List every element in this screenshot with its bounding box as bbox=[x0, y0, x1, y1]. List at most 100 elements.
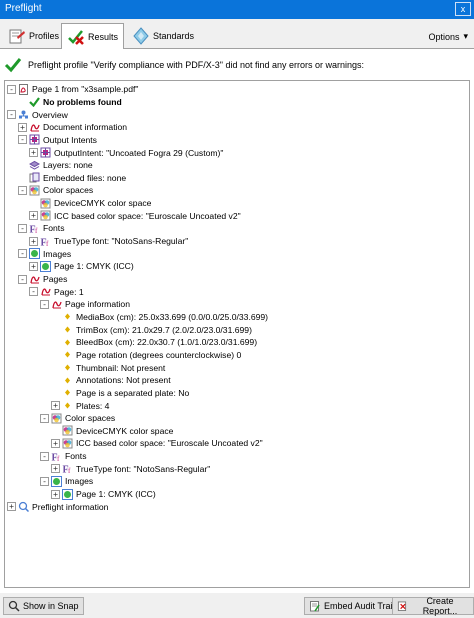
tree-item[interactable]: - Output Intents bbox=[18, 134, 97, 147]
close-button[interactable]: x bbox=[455, 2, 471, 16]
pdf-page-icon bbox=[19, 83, 28, 95]
tree-item[interactable]: + Ff TrueType font: "NotoSans-Regular" bbox=[29, 235, 188, 248]
tree-item-label: Preflight information bbox=[32, 501, 109, 512]
tree-item[interactable]: + Ff TrueType font: "NotoSans-Regular" bbox=[51, 463, 210, 476]
tree-item[interactable]: - Images bbox=[18, 247, 71, 260]
tree-item[interactable]: - Images bbox=[40, 475, 93, 488]
collapse-toggle[interactable]: - bbox=[7, 110, 16, 120]
collapse-toggle[interactable]: - bbox=[18, 223, 27, 233]
title-bar: Preflight x bbox=[0, 0, 474, 19]
expand-toggle[interactable]: + bbox=[29, 148, 38, 158]
options-menu[interactable]: Options ▾ bbox=[428, 31, 468, 42]
bullet-icon bbox=[65, 339, 70, 346]
tree-item-label: Images bbox=[65, 476, 94, 487]
tree-item-label: Page information bbox=[65, 299, 130, 310]
bullet-icon bbox=[65, 389, 70, 396]
bullet-icon bbox=[65, 313, 70, 320]
tree-item[interactable]: - Ff Fonts bbox=[40, 450, 87, 463]
collapse-toggle[interactable]: - bbox=[40, 476, 49, 486]
tree-item[interactable]: DeviceCMYK color space bbox=[29, 197, 151, 210]
tree-item[interactable]: BleedBox (cm): 22.0x30.7 (1.0/1.0/23.0/3… bbox=[51, 336, 257, 349]
expand-toggle[interactable]: + bbox=[51, 489, 60, 499]
collapse-toggle[interactable]: - bbox=[18, 185, 27, 195]
expand-toggle[interactable]: + bbox=[7, 502, 16, 512]
expand-toggle[interactable]: + bbox=[51, 438, 60, 448]
tree-item[interactable]: - Color spaces bbox=[40, 412, 115, 425]
tree-item[interactable]: Page rotation (degrees counterclockwise)… bbox=[51, 349, 241, 362]
tab-results[interactable]: Results bbox=[61, 23, 125, 50]
collapse-toggle[interactable]: - bbox=[40, 413, 49, 423]
collapse-toggle[interactable]: - bbox=[18, 274, 27, 284]
expand-toggle[interactable]: + bbox=[51, 464, 60, 474]
tree-item-label: Thumbnail: Not present bbox=[76, 362, 166, 373]
tree-item-label: Page is a separated plate: No bbox=[76, 387, 190, 398]
collapse-toggle[interactable]: - bbox=[18, 135, 27, 145]
create-report-button[interactable]: Create Report... bbox=[392, 596, 474, 616]
font-icon: Ff bbox=[30, 224, 39, 234]
profiles-icon bbox=[9, 29, 25, 44]
collapse-toggle[interactable]: - bbox=[7, 84, 16, 94]
tree-item[interactable]: + OutputIntent: "Uncoated Fogra 29 (Custo… bbox=[29, 146, 223, 159]
expand-toggle[interactable]: + bbox=[29, 236, 38, 246]
embed-audit-trail-label: Embed Audit Trail... bbox=[324, 601, 403, 611]
tree-item[interactable]: Layers: none bbox=[18, 159, 93, 172]
tree-item[interactable]: + Page 1: CMYK (ICC) bbox=[29, 260, 134, 273]
results-panel: Preflight profile "Verify compliance wit… bbox=[0, 49, 474, 593]
tree-item[interactable]: Embedded files: none bbox=[18, 172, 126, 185]
tree-item[interactable]: Page is a separated plate: No bbox=[51, 387, 189, 400]
pdf-icon bbox=[52, 301, 62, 309]
tree-item[interactable]: - Page 1 from "x3sample.pdf" bbox=[7, 83, 138, 96]
tab-standards-label: Standards bbox=[153, 31, 195, 41]
tree-item[interactable]: + Document information bbox=[18, 121, 127, 134]
layers-icon bbox=[29, 160, 40, 170]
tab-profiles[interactable]: Profiles bbox=[3, 23, 64, 49]
show-in-snap-button[interactable]: Show in Snap bbox=[3, 597, 84, 615]
tab-bar: Profiles Results Standards Options ▾ bbox=[0, 19, 474, 50]
collapse-toggle[interactable]: - bbox=[29, 287, 38, 297]
expand-toggle[interactable]: + bbox=[29, 211, 38, 221]
preflight-info-icon bbox=[18, 502, 29, 513]
tree-item[interactable]: Thumbnail: Not present bbox=[51, 361, 165, 374]
tree-item-label: Output Intents bbox=[43, 134, 97, 145]
results-tree[interactable]: - Page 1 from "x3sample.pdf" No problems f… bbox=[4, 80, 470, 588]
tree-item-label: No problems found bbox=[43, 96, 122, 107]
collapse-toggle[interactable]: - bbox=[40, 299, 49, 309]
standards-icon bbox=[133, 27, 149, 45]
tree-item-label: ICC based color space: "Euroscale Uncoat… bbox=[76, 438, 263, 449]
color-space-icon bbox=[51, 413, 62, 424]
tree-item[interactable]: + ICC based color space: "Euroscale Uncoa… bbox=[29, 210, 241, 223]
tree-item[interactable]: Annotations: Not present bbox=[51, 374, 171, 387]
tree-item-label: Pages bbox=[43, 274, 68, 285]
tree-item[interactable]: TrimBox (cm): 21.0x29.7 (2.0/2.0/23.0/31… bbox=[51, 323, 252, 336]
collapse-toggle[interactable]: - bbox=[40, 451, 49, 461]
magnifier-icon bbox=[8, 600, 20, 612]
tree-item-label: MediaBox (cm): 25.0x33.699 (0.0/0.0/25.0… bbox=[76, 311, 269, 322]
tree-item[interactable]: - Overview bbox=[7, 108, 68, 121]
tree-item[interactable]: - Page information bbox=[40, 298, 130, 311]
collapse-toggle[interactable]: - bbox=[18, 249, 27, 259]
tree-item[interactable]: - Page: 1 bbox=[29, 285, 84, 298]
expand-toggle[interactable]: + bbox=[18, 122, 27, 132]
summary-message: Preflight profile "Verify compliance wit… bbox=[4, 55, 364, 75]
tree-item[interactable]: DeviceCMYK color space bbox=[51, 425, 173, 438]
tree-item[interactable]: + ICC based color space: "Euroscale Uncoa… bbox=[51, 437, 263, 450]
tree-item-label: Page: 1 bbox=[54, 286, 84, 297]
tree-item[interactable]: + Preflight information bbox=[7, 500, 108, 513]
tree-item[interactable]: MediaBox (cm): 25.0x33.699 (0.0/0.0/25.0… bbox=[51, 311, 268, 324]
tree-item-label: BleedBox (cm): 22.0x30.7 (1.0/1.0/23.0/3… bbox=[76, 337, 258, 348]
tree-item-label: Color spaces bbox=[65, 413, 116, 424]
tree-item[interactable]: + Page 1: CMYK (ICC) bbox=[51, 488, 156, 501]
tree-item[interactable]: - Pages bbox=[18, 273, 67, 286]
tree-item[interactable]: + Plates: 4 bbox=[51, 399, 109, 412]
tree-item[interactable]: No problems found bbox=[18, 96, 122, 109]
expand-toggle[interactable]: + bbox=[29, 261, 38, 271]
bottom-toolbar: Show in Snap Embed Audit Trail... Create… bbox=[0, 593, 474, 618]
expand-toggle[interactable]: + bbox=[51, 401, 60, 411]
audit-trail-icon bbox=[310, 601, 320, 612]
tab-standards[interactable]: Standards bbox=[127, 23, 199, 49]
tree-item[interactable]: - Ff Fonts bbox=[18, 222, 65, 235]
tree-item-label: Color spaces bbox=[43, 185, 94, 196]
tree-item-label: Page 1 from "x3sample.pdf" bbox=[32, 84, 139, 95]
tree-item-label: Page 1: CMYK (ICC) bbox=[54, 261, 134, 272]
tree-item[interactable]: - Color spaces bbox=[18, 184, 93, 197]
